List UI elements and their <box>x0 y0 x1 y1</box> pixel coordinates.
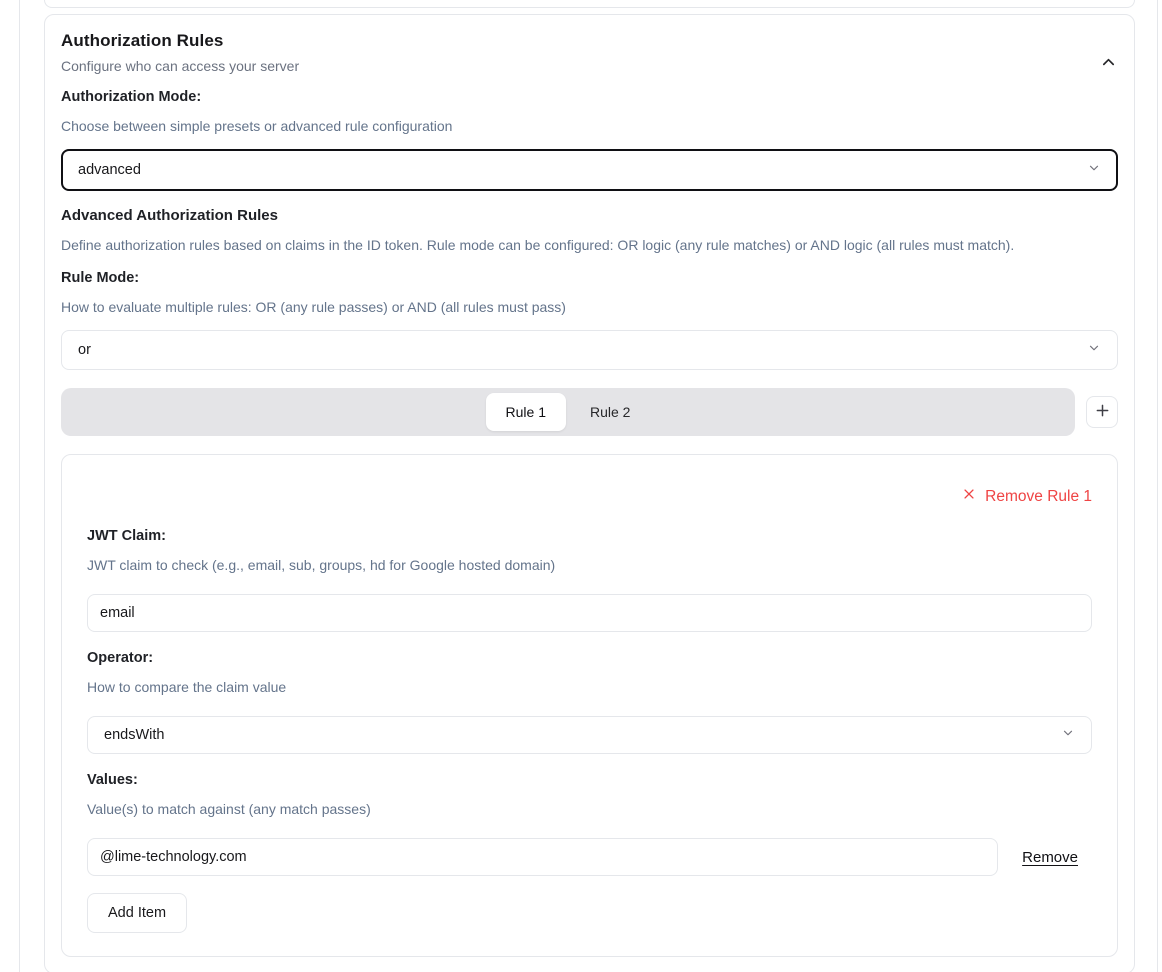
remove-rule-button[interactable]: Remove Rule 1 <box>962 487 1092 506</box>
panel-right-border <box>1157 0 1158 972</box>
page-title: Authorization Rules <box>61 31 1118 51</box>
values-field: Values: Value(s) to match against (any m… <box>87 770 1092 933</box>
chevron-down-icon <box>1087 341 1101 359</box>
rule-tabs: Rule 1 Rule 2 <box>61 388 1075 436</box>
jwt-claim-input[interactable] <box>87 594 1092 632</box>
rule-mode-select[interactable]: or <box>61 330 1118 370</box>
rule-mode-label: Rule Mode: <box>61 268 1118 288</box>
operator-label: Operator: <box>87 648 1092 668</box>
rule-mode-value: or <box>78 342 91 358</box>
tab-rule-1[interactable]: Rule 1 <box>486 393 566 431</box>
add-rule-button[interactable] <box>1086 396 1118 428</box>
authorization-mode-description: Choose between simple presets or advance… <box>61 116 1118 136</box>
cards-column: Authorization Rules Configure who can ac… <box>44 0 1135 972</box>
remove-value-link[interactable]: Remove <box>1022 849 1078 866</box>
jwt-claim-field: JWT Claim: JWT claim to check (e.g., ema… <box>87 526 1092 632</box>
authorization-rules-card: Authorization Rules Configure who can ac… <box>44 14 1135 972</box>
chevron-up-icon <box>1101 58 1116 73</box>
previous-card-edge <box>44 0 1135 8</box>
jwt-claim-description: JWT claim to check (e.g., email, sub, gr… <box>87 555 1092 575</box>
values-description: Value(s) to match against (any match pas… <box>87 799 1092 819</box>
advanced-rules-description: Define authorization rules based on clai… <box>61 235 1118 255</box>
x-icon <box>962 487 976 506</box>
value-input[interactable] <box>87 838 998 876</box>
rule-1-panel: Remove Rule 1 JWT Claim: JWT claim to ch… <box>61 454 1118 957</box>
operator-field: Operator: How to compare the claim value… <box>87 648 1092 754</box>
settings-page: Authorization Rules Configure who can ac… <box>0 0 1162 972</box>
chevron-down-icon <box>1087 161 1101 179</box>
authorization-mode-label: Authorization Mode: <box>61 87 1118 107</box>
card-subtitle: Configure who can access your server <box>61 57 1118 75</box>
remove-rule-label: Remove Rule 1 <box>985 488 1092 506</box>
operator-value: endsWith <box>104 727 164 743</box>
operator-description: How to compare the claim value <box>87 677 1092 697</box>
authorization-mode-field: Authorization Mode: Choose between simpl… <box>61 87 1118 191</box>
jwt-claim-label: JWT Claim: <box>87 526 1092 546</box>
card-header: Authorization Rules Configure who can ac… <box>61 31 1118 75</box>
tab-rule-2[interactable]: Rule 2 <box>570 393 650 431</box>
authorization-mode-value: advanced <box>78 162 141 178</box>
advanced-rules-title: Advanced Authorization Rules <box>61 205 1118 227</box>
operator-select[interactable]: endsWith <box>87 716 1092 754</box>
rule-mode-field: Rule Mode: How to evaluate multiple rule… <box>61 268 1118 370</box>
value-item-row: Remove <box>87 838 1092 876</box>
values-label: Values: <box>87 770 1092 790</box>
remove-rule-row: Remove Rule 1 <box>87 487 1092 506</box>
rule-mode-description: How to evaluate multiple rules: OR (any … <box>61 297 1118 317</box>
add-item-button[interactable]: Add Item <box>87 893 187 933</box>
collapse-section-button[interactable] <box>1099 53 1118 72</box>
panel-left-border <box>19 0 20 972</box>
plus-icon <box>1095 403 1110 421</box>
rule-tabs-row: Rule 1 Rule 2 <box>61 388 1118 436</box>
chevron-down-icon <box>1061 726 1075 744</box>
authorization-mode-select[interactable]: advanced <box>61 149 1118 191</box>
